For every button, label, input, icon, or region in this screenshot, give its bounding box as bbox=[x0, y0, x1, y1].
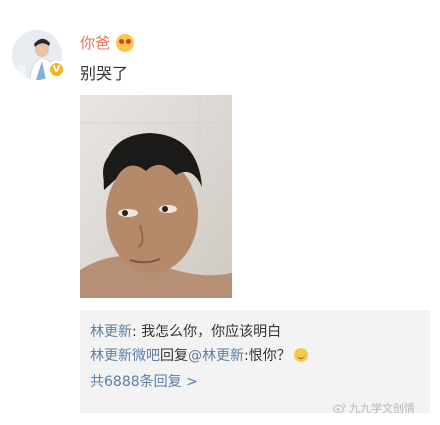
username-label: 你爸 bbox=[80, 34, 111, 52]
watermark: 九九学文创情 bbox=[333, 400, 415, 416]
post-photo[interactable] bbox=[80, 95, 232, 298]
comment-panel: 林更新: 我怎么你，你应该明白 林更新微吧回复@林更新:恨你？ 共6888条回复… bbox=[80, 310, 430, 413]
verified-badge: V bbox=[48, 61, 65, 78]
reply-mention[interactable]: @林更新 bbox=[188, 348, 244, 364]
comment-text: 恨你？ bbox=[248, 348, 291, 364]
reply-word: 回复 bbox=[160, 348, 188, 364]
smile-emoji-icon bbox=[293, 348, 308, 362]
post-avatar[interactable]: V bbox=[12, 30, 65, 82]
comment-text: 我怎么你，你应该明白 bbox=[136, 324, 282, 340]
comment-item: 林更新微吧回复@林更新:恨你？ bbox=[90, 344, 420, 368]
comment-user[interactable]: 林更新微吧 bbox=[90, 348, 160, 364]
comment-item: 林更新: 我怎么你，你应该明白 bbox=[90, 320, 420, 344]
post-text: 别哭了 bbox=[80, 64, 129, 83]
comment-user[interactable]: 林更新 bbox=[90, 324, 132, 340]
shocked-face-emoji-icon bbox=[116, 33, 135, 52]
weibo-logo-icon bbox=[333, 403, 346, 413]
watermark-text: 九九学文创情 bbox=[349, 402, 415, 415]
post-username[interactable]: 你爸 bbox=[80, 32, 135, 53]
more-replies-link[interactable]: 共6888条回复 > bbox=[90, 368, 420, 396]
